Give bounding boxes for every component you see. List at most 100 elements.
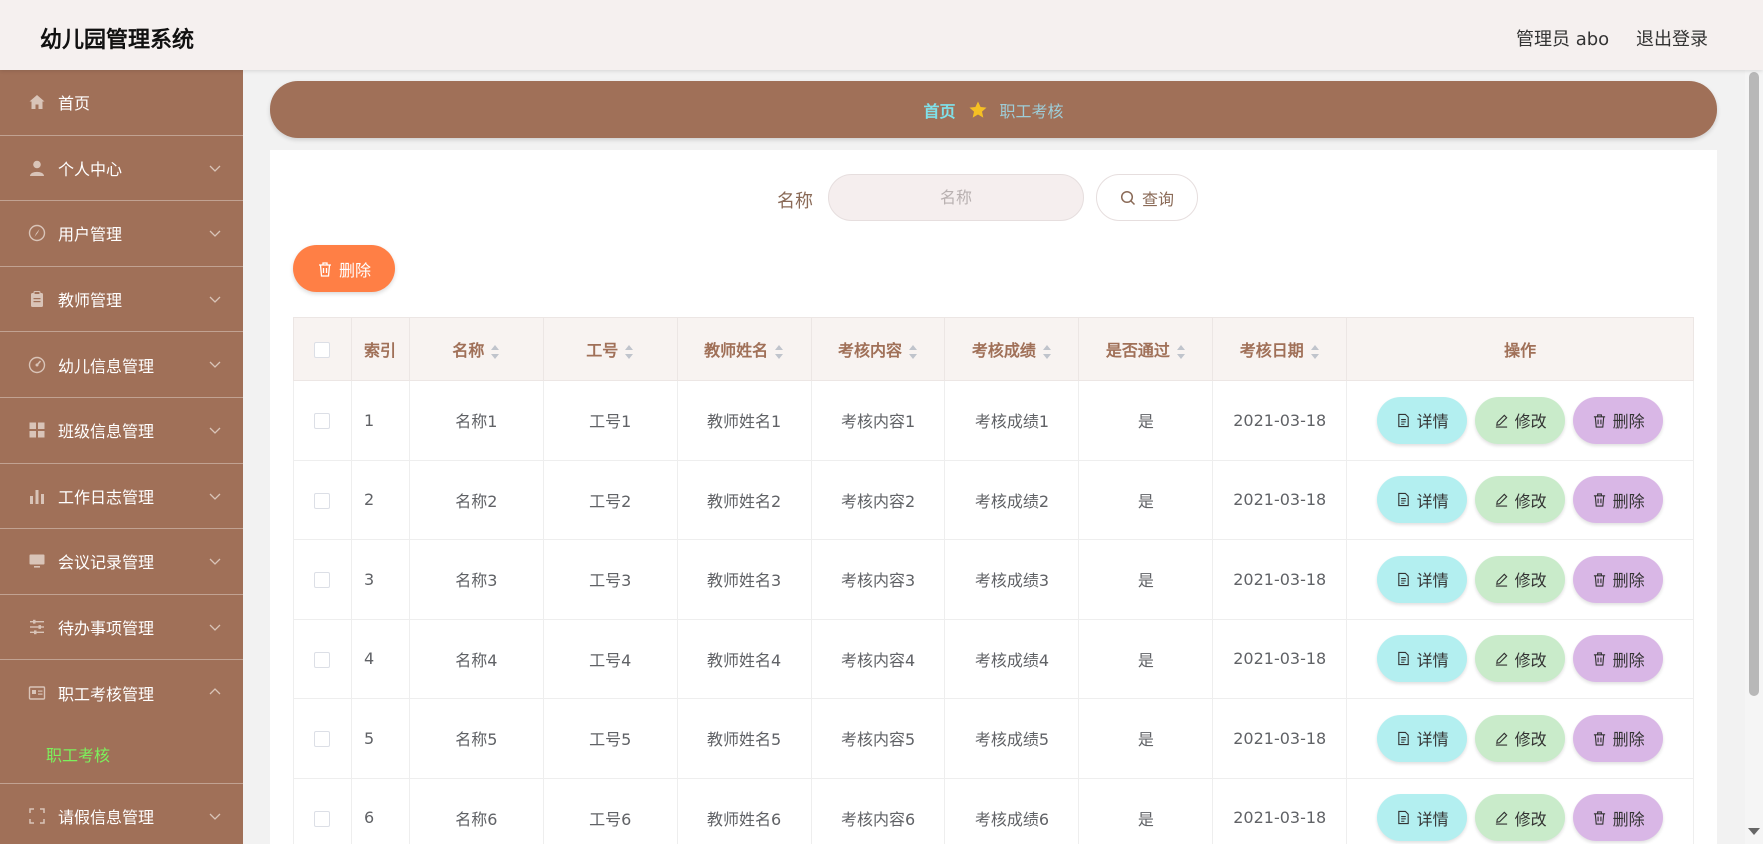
delete-button[interactable]: 删除: [1573, 476, 1664, 524]
row-checkbox[interactable]: [314, 413, 331, 430]
batch-delete-button[interactable]: 删除: [293, 245, 395, 292]
sort-icon[interactable]: [1176, 344, 1186, 360]
row-checkbox[interactable]: [314, 492, 331, 509]
scroll-down-arrow[interactable]: [1748, 828, 1760, 835]
edit-button[interactable]: 修改: [1475, 396, 1566, 444]
edit-button[interactable]: 修改: [1475, 555, 1566, 603]
select-all-checkbox[interactable]: [314, 342, 331, 358]
sidebar-item-profile[interactable]: 个人中心: [0, 136, 243, 202]
edit-button[interactable]: 修改: [1475, 714, 1566, 762]
sidebar-item-class-info[interactable]: 班级信息管理: [0, 398, 243, 464]
delete-button[interactable]: 删除: [1573, 555, 1664, 603]
detail-button[interactable]: 详情: [1377, 555, 1468, 603]
delete-button-label: 删除: [1612, 491, 1645, 511]
row-select-cell: [293, 380, 352, 461]
column-header-content[interactable]: 考核内容: [810, 317, 946, 381]
detail-button-label: 详情: [1416, 730, 1449, 750]
row-select-cell: [293, 777, 352, 844]
column-header-label: 考核成绩: [971, 341, 1036, 360]
clipboard-icon: [28, 290, 46, 308]
row-checkbox[interactable]: [314, 651, 331, 668]
detail-button[interactable]: 详情: [1377, 714, 1468, 762]
cell-passed: 是: [1078, 539, 1214, 620]
delete-button[interactable]: 删除: [1573, 635, 1664, 683]
chevron-down-icon: [209, 230, 221, 238]
assessment-table: 索引 名称 工号 教师姓名 考核内容 考核成绩 是否通过 考核日期 操作 1 名称…: [293, 317, 1694, 844]
delete-button[interactable]: 删除: [1573, 396, 1664, 444]
sort-icon[interactable]: [624, 344, 634, 360]
row-select-cell: [293, 618, 352, 699]
cell-actions: 详情 修改 删除: [1346, 777, 1694, 844]
sort-icon[interactable]: [774, 344, 784, 360]
detail-button[interactable]: 详情: [1377, 396, 1468, 444]
scrollbar-thumb[interactable]: [1749, 72, 1759, 696]
column-header-index: 索引: [350, 317, 410, 381]
cell-index: 1: [350, 380, 410, 461]
trash-icon: [1593, 811, 1605, 825]
column-header-passed[interactable]: 是否通过: [1078, 317, 1214, 381]
column-header-label: 是否通过: [1105, 341, 1170, 360]
column-header-date[interactable]: 考核日期: [1212, 317, 1348, 381]
cell-content: 考核内容4: [810, 618, 946, 699]
content-panel: 名称 查询 删除 索引 名称 工号 教师姓名 考: [270, 150, 1717, 844]
query-button[interactable]: 查询: [1096, 174, 1198, 221]
column-header-score[interactable]: 考核成绩: [944, 317, 1080, 381]
column-header-teacher[interactable]: 教师姓名: [676, 317, 812, 381]
sort-icon[interactable]: [908, 344, 918, 360]
cell-job-no: 工号6: [542, 777, 678, 844]
cell-name: 名称5: [408, 698, 544, 779]
bar-chart-icon: [28, 487, 46, 505]
sidebar-item-label: 工作日志管理: [58, 487, 155, 507]
sidebar-item-leave[interactable]: 请假信息管理: [0, 784, 243, 844]
delete-button-label: 删除: [1612, 571, 1645, 591]
column-header-job-no[interactable]: 工号: [542, 317, 678, 381]
table-row: 1 名称1 工号1 教师姓名1 考核内容1 考核成绩1 是 2021-03-18 详情 修改 删除: [293, 380, 1694, 461]
breadcrumb-home[interactable]: 首页: [923, 98, 955, 122]
cell-teacher: 教师姓名2: [676, 459, 812, 540]
cell-score: 考核成绩4: [944, 618, 1080, 699]
sort-icon[interactable]: [1042, 344, 1052, 360]
cell-content: 考核内容6: [810, 777, 946, 844]
breadcrumb: 首页 职工考核: [270, 81, 1717, 138]
row-checkbox[interactable]: [314, 572, 331, 589]
edit-button[interactable]: 修改: [1475, 794, 1566, 842]
cell-teacher: 教师姓名5: [676, 698, 812, 779]
sidebar-item-todo[interactable]: 待办事项管理: [0, 595, 243, 661]
document-icon: [1397, 652, 1409, 666]
row-checkbox[interactable]: [314, 810, 331, 827]
row-select-cell: [293, 698, 352, 779]
cell-content: 考核内容5: [810, 698, 946, 779]
sidebar-item-users[interactable]: 用户管理: [0, 201, 243, 267]
sidebar-item-label: 会议记录管理: [58, 553, 155, 573]
delete-button[interactable]: 删除: [1573, 794, 1664, 842]
edit-button[interactable]: 修改: [1475, 476, 1566, 524]
sort-icon[interactable]: [1310, 344, 1320, 360]
detail-button[interactable]: 详情: [1377, 635, 1468, 683]
edit-button[interactable]: 修改: [1475, 635, 1566, 683]
sidebar-item-teachers[interactable]: 教师管理: [0, 267, 243, 333]
trash-icon: [1593, 573, 1605, 587]
cell-index: 3: [350, 539, 410, 620]
column-header-name[interactable]: 名称: [408, 317, 544, 381]
delete-button[interactable]: 删除: [1573, 714, 1664, 762]
edit-button-label: 修改: [1514, 650, 1547, 670]
cell-content: 考核内容1: [810, 380, 946, 461]
search-input[interactable]: [828, 174, 1084, 221]
sidebar-item-meeting[interactable]: 会议记录管理: [0, 529, 243, 595]
detail-button[interactable]: 详情: [1377, 476, 1468, 524]
detail-button[interactable]: 详情: [1377, 794, 1468, 842]
row-checkbox[interactable]: [314, 731, 331, 748]
delete-button-label: 删除: [1612, 650, 1645, 670]
sidebar-item-home[interactable]: 首页: [0, 70, 243, 136]
sidebar-item-staff-assessment[interactable]: 职工考核管理: [0, 660, 243, 726]
chevron-down-icon: [209, 624, 221, 631]
sort-icon[interactable]: [490, 344, 500, 360]
logout-link[interactable]: 退出登录: [1636, 25, 1708, 51]
document-icon: [1397, 413, 1409, 427]
sidebar-item-child-info[interactable]: 幼儿信息管理: [0, 332, 243, 398]
cell-score: 考核成绩3: [944, 539, 1080, 620]
trash-icon: [318, 261, 331, 277]
sidebar-item-work-log[interactable]: 工作日志管理: [0, 464, 243, 530]
sidebar-subitem-staff-assessment[interactable]: 职工考核: [0, 726, 243, 784]
cell-index: 5: [350, 698, 410, 779]
